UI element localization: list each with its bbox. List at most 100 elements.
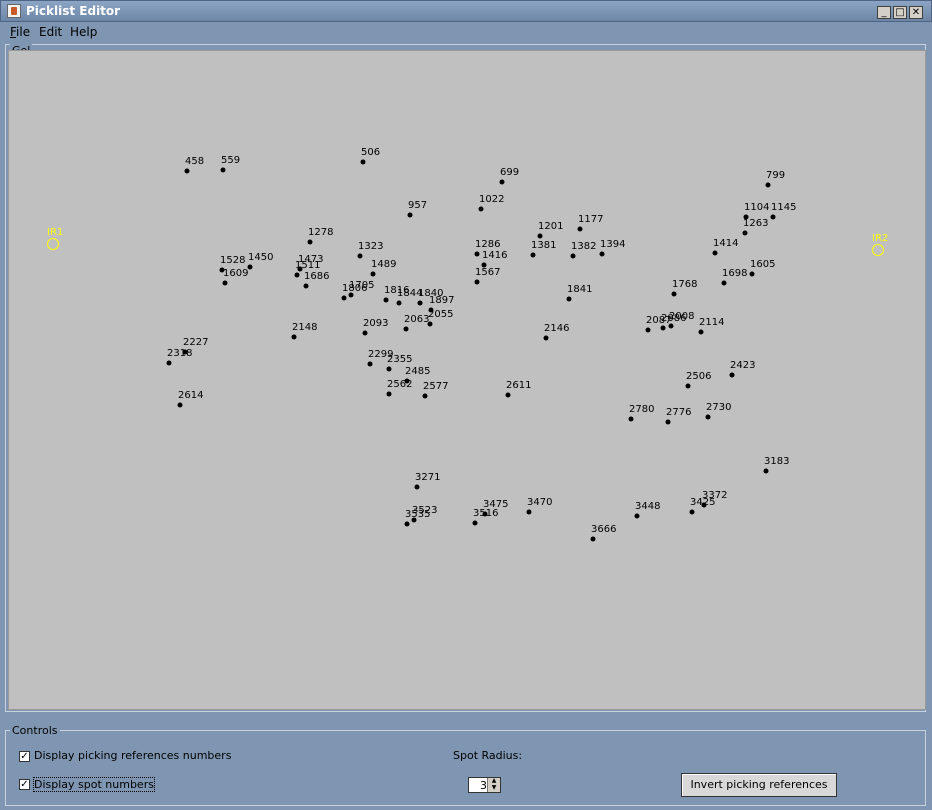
spot-2780[interactable] — [628, 416, 634, 422]
reference-label-IR1: IR1 — [47, 227, 63, 238]
spot-1177[interactable] — [577, 226, 583, 232]
spot-1145[interactable] — [770, 214, 776, 220]
spot-957[interactable] — [407, 212, 413, 218]
spot-label-458: 458 — [185, 156, 204, 167]
reference-marker-IR2[interactable] — [872, 244, 884, 256]
spot-label-799: 799 — [766, 170, 785, 181]
spot-1414[interactable] — [712, 250, 718, 256]
spot-1394[interactable] — [599, 251, 605, 257]
spot-2299[interactable] — [367, 361, 373, 367]
spot-3448[interactable] — [634, 513, 640, 519]
spot-label-1286: 1286 — [475, 239, 500, 250]
spot-label-3535: 3535 — [405, 509, 430, 520]
spot-1698[interactable] — [721, 280, 727, 286]
menu-bar: File Edit Help — [0, 22, 932, 42]
spot-2614[interactable] — [177, 402, 183, 408]
spot-1768[interactable] — [671, 291, 677, 297]
spot-799[interactable] — [765, 182, 771, 188]
spot-2776[interactable] — [665, 419, 671, 425]
menu-file[interactable]: File — [10, 25, 30, 39]
spot-1609[interactable] — [222, 280, 228, 286]
spot-label-1609: 1609 — [223, 268, 248, 279]
minimize-button[interactable]: _ — [877, 6, 891, 19]
title-bar[interactable]: Picklist Editor _ □ ✕ — [0, 0, 932, 22]
gel-canvas[interactable]: 458 559 506 699 799 957 1022 1104 1145 1263 1201 11… — [8, 50, 926, 710]
spot-label-1489: 1489 — [371, 259, 396, 270]
spot-1567[interactable] — [474, 279, 480, 285]
spot-2114[interactable] — [698, 329, 704, 335]
spot-1605[interactable] — [749, 271, 755, 277]
java-cup-icon — [7, 4, 21, 18]
spot-1686[interactable] — [303, 283, 309, 289]
spot-label-1416: 1416 — [482, 250, 507, 261]
spot-2577[interactable] — [422, 393, 428, 399]
spot-3425[interactable] — [689, 509, 695, 515]
maximize-button[interactable]: □ — [893, 6, 907, 19]
spot-3271[interactable] — [414, 484, 420, 490]
spot-1022[interactable] — [478, 206, 484, 212]
reference-marker-IR1[interactable] — [47, 238, 59, 250]
spot-label-3271: 3271 — [415, 472, 440, 483]
spot-1382[interactable] — [570, 253, 576, 259]
spot-1201[interactable] — [537, 233, 543, 239]
spot-2146[interactable] — [543, 335, 549, 341]
spot-label-1201: 1201 — [538, 221, 563, 232]
spot-2506[interactable] — [685, 383, 691, 389]
spot-2611[interactable] — [505, 392, 511, 398]
spot-559[interactable] — [220, 167, 226, 173]
spot-label-2114: 2114 — [699, 317, 724, 328]
spot-2093[interactable] — [362, 330, 368, 336]
show-refs-label[interactable]: Display picking references numbers — [34, 749, 231, 762]
spot-1806[interactable] — [341, 295, 347, 301]
spot-1263[interactable] — [742, 230, 748, 236]
invert-picking-references-button[interactable]: Invert picking references — [681, 773, 837, 797]
spot-label-2577: 2577 — [423, 381, 448, 392]
spot-699[interactable] — [499, 179, 505, 185]
menu-edit[interactable]: Edit — [39, 25, 62, 39]
spot-2355[interactable] — [386, 366, 392, 372]
spot-2318[interactable] — [166, 360, 172, 366]
spot-3535[interactable] — [404, 521, 410, 527]
gel-image[interactable]: 458 559 506 699 799 957 1022 1104 11451263 1201 11… — [9, 51, 927, 711]
spot-label-1022: 1022 — [479, 194, 504, 205]
spot-2063[interactable] — [403, 326, 409, 332]
spot-3516[interactable] — [472, 520, 478, 526]
spot-1816[interactable] — [383, 297, 389, 303]
spot-3183[interactable] — [763, 468, 769, 474]
show-spots-checkbox[interactable]: ✓ — [19, 779, 30, 790]
spot-458[interactable] — [184, 168, 190, 174]
spot-1489[interactable] — [370, 271, 376, 277]
spot-label-3448: 3448 — [635, 501, 660, 512]
spot-2562[interactable] — [386, 391, 392, 397]
spot-3666[interactable] — [590, 536, 596, 542]
menu-help[interactable]: Help — [70, 25, 97, 39]
spot-label-2146: 2146 — [544, 323, 569, 334]
spot-2086[interactable] — [660, 325, 666, 331]
spin-down-icon[interactable]: ▼ — [487, 785, 500, 792]
spot-label-3516: 3516 — [473, 508, 498, 519]
spot-1278[interactable] — [307, 239, 313, 245]
spot-radius-spinner[interactable]: 3 ▲ ▼ — [468, 777, 501, 793]
spot-1844[interactable] — [396, 300, 402, 306]
spot-label-1145: 1145 — [771, 202, 796, 213]
spot-label-1686: 1686 — [304, 271, 329, 282]
spot-3470[interactable] — [526, 509, 532, 515]
spot-506[interactable] — [360, 159, 366, 165]
spot-radius-value[interactable]: 3 — [471, 779, 487, 792]
spot-2087[interactable] — [645, 327, 651, 333]
spot-2423[interactable] — [729, 372, 735, 378]
spot-1511[interactable] — [294, 272, 300, 278]
spot-1840[interactable] — [417, 300, 423, 306]
spot-1841[interactable] — [566, 296, 572, 302]
spot-2148[interactable] — [291, 334, 297, 340]
spot-2730[interactable] — [705, 414, 711, 420]
spot-label-2055: 2055 — [428, 309, 453, 320]
spot-1381[interactable] — [530, 252, 536, 258]
window-title: Picklist Editor — [26, 4, 121, 18]
spot-1323[interactable] — [357, 253, 363, 259]
close-button[interactable]: ✕ — [909, 6, 923, 19]
show-spots-label[interactable]: Display spot numbers — [33, 777, 155, 792]
show-refs-checkbox[interactable]: ✓ — [19, 751, 30, 762]
spot-label-3666: 3666 — [591, 524, 616, 535]
spot-1286[interactable] — [474, 251, 480, 257]
